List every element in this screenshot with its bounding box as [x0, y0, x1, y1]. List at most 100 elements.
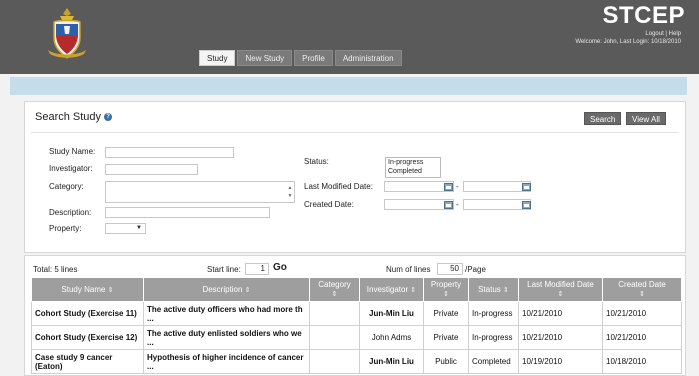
link-separator: | — [665, 31, 667, 37]
cell-property: Private — [423, 301, 469, 326]
status-listbox[interactable]: In-progress Completed — [385, 157, 441, 178]
column-header-property[interactable]: Property ⇕ — [423, 277, 469, 302]
cell-created: 10/21/2010 — [602, 301, 682, 326]
column-header-investigator[interactable]: Investigator ⇕ — [359, 277, 424, 302]
crest-logo-icon — [48, 8, 86, 59]
cell-investigator: Jun-Min Liu — [359, 301, 424, 326]
cell-category — [309, 301, 360, 326]
table-row[interactable]: Case study 9 cancer (Eaton) Hypothesis o… — [31, 349, 682, 374]
start-line-label: Start line: — [207, 265, 241, 274]
cell-property: Private — [423, 325, 469, 350]
search-title: Search Study ? — [35, 111, 113, 123]
sort-icon[interactable]: ⇕ — [558, 291, 564, 298]
investigator-label: Investigator: — [49, 164, 93, 173]
calendar-icon[interactable] — [522, 201, 531, 209]
property-label: Property: — [49, 224, 82, 233]
cell-created: 10/18/2010 — [602, 349, 682, 374]
category-label: Category: — [49, 182, 84, 191]
column-header-status[interactable]: Status ⇕ — [468, 277, 519, 302]
cell-study-name[interactable]: Case study 9 cancer (Eaton) — [31, 349, 144, 374]
cell-description: The active duty enlisted soldiers who we… — [143, 325, 310, 350]
results-panel: Total: 5 lines Start line: 1 Go Num of l… — [24, 255, 686, 376]
cell-study-name[interactable]: Cohort Study (Exercise 11) — [31, 301, 144, 326]
num-lines-label: Num of lines — [386, 265, 431, 274]
logout-link[interactable]: Logout — [645, 31, 663, 37]
app-header: STCEP Logout | Help Welcome: John, Last … — [0, 0, 699, 74]
column-header-created[interactable]: Created Date ⇕ — [602, 277, 682, 302]
cell-status: In-progress — [468, 325, 519, 350]
tab-administration[interactable]: Administration — [334, 50, 402, 66]
cell-status: Completed — [468, 349, 519, 374]
table-row[interactable]: Cohort Study (Exercise 11) The active du… — [31, 301, 682, 326]
created-date-label: Created Date: — [304, 200, 354, 209]
study-name-input[interactable] — [105, 147, 234, 158]
sort-icon[interactable]: ⇕ — [245, 287, 251, 294]
chevron-down-icon: ▼ — [136, 225, 142, 231]
date-range-dash: - — [456, 182, 459, 191]
category-textarea[interactable]: ▲ ▼ — [105, 181, 295, 203]
cell-description: Hypothesis of higher incidence of cancer… — [143, 349, 310, 374]
description-label: Description: — [49, 208, 92, 217]
view-all-button[interactable]: View All — [626, 112, 666, 125]
cell-category — [309, 349, 360, 374]
cell-description: The active duty officers who had more th… — [143, 301, 310, 326]
tab-profile[interactable]: Profile — [294, 50, 333, 66]
scroll-up-icon[interactable]: ▲ — [287, 185, 293, 191]
search-panel: Search Study ? Search View All Study Nam… — [24, 101, 686, 253]
cell-study-name[interactable]: Cohort Study (Exercise 12) — [31, 325, 144, 350]
divider — [31, 132, 679, 133]
description-input[interactable] — [105, 207, 270, 218]
last-modified-label: Last Modified Date: — [304, 182, 373, 191]
sort-icon[interactable]: ⇕ — [639, 291, 645, 298]
help-icon[interactable]: ? — [104, 113, 113, 121]
cell-investigator: Jun-Min Liu — [359, 349, 424, 374]
investigator-input[interactable] — [105, 164, 198, 175]
cell-last-modified: 10/19/2010 — [518, 349, 603, 374]
brand-title: STCEP — [602, 2, 685, 29]
sort-icon[interactable]: ⇕ — [503, 287, 509, 294]
tab-new-study[interactable]: New Study — [237, 50, 293, 66]
cell-investigator: John Adms — [359, 325, 424, 350]
main-nav: Study New Study Profile Administration — [199, 50, 402, 66]
sort-icon[interactable]: ⇕ — [332, 291, 338, 298]
cell-last-modified: 10/21/2010 — [518, 325, 603, 350]
table-row[interactable]: Cohort Study (Exercise 12) The active du… — [31, 325, 682, 350]
sort-icon[interactable]: ⇕ — [443, 291, 449, 298]
total-lines: Total: 5 lines — [33, 265, 78, 274]
accent-bar — [10, 77, 687, 95]
status-label: Status: — [304, 157, 329, 166]
tab-study[interactable]: Study — [199, 50, 236, 66]
date-range-dash: - — [456, 200, 459, 209]
study-name-label: Study Name: — [49, 147, 96, 156]
status-option-completed[interactable]: Completed — [388, 167, 438, 176]
calendar-icon[interactable] — [444, 201, 453, 209]
sort-icon[interactable]: ⇕ — [108, 287, 114, 294]
calendar-icon[interactable] — [444, 183, 453, 191]
search-button[interactable]: Search — [584, 112, 622, 125]
created-to-input[interactable] — [463, 199, 531, 210]
last-modified-to-input[interactable] — [463, 181, 531, 192]
scroll-down-icon[interactable]: ▼ — [287, 193, 293, 199]
search-title-text: Search Study — [35, 111, 102, 123]
num-lines-input[interactable]: 50 — [437, 263, 463, 275]
per-page-label: /Page — [465, 265, 486, 274]
cell-status: In-progress — [468, 301, 519, 326]
table-header-row: Study Name ⇕ Description ⇕ Category ⇕ Inv… — [31, 277, 682, 302]
status-option-in-progress[interactable]: In-progress — [388, 158, 438, 167]
top-links: Logout | Help — [645, 31, 681, 37]
calendar-icon[interactable] — [522, 183, 531, 191]
welcome-text: Welcome: John, Last Login: 10/18/2010 — [575, 39, 681, 45]
go-button[interactable]: Go — [273, 262, 287, 273]
cell-last-modified: 10/21/2010 — [518, 301, 603, 326]
cell-property: Public — [423, 349, 469, 374]
column-header-last-modified[interactable]: Last Modified Date ⇕ — [518, 277, 603, 302]
start-line-input[interactable]: 1 — [245, 263, 269, 275]
property-select[interactable]: ▼ — [105, 223, 146, 234]
help-link[interactable]: Help — [669, 31, 681, 37]
sort-icon[interactable]: ⇕ — [410, 287, 416, 294]
column-header-category[interactable]: Category ⇕ — [309, 277, 360, 302]
cell-created: 10/21/2010 — [602, 325, 682, 350]
column-header-study-name[interactable]: Study Name ⇕ — [31, 277, 144, 302]
column-header-description[interactable]: Description ⇕ — [143, 277, 310, 302]
results-table: Study Name ⇕ Description ⇕ Category ⇕ Inv… — [31, 277, 682, 374]
